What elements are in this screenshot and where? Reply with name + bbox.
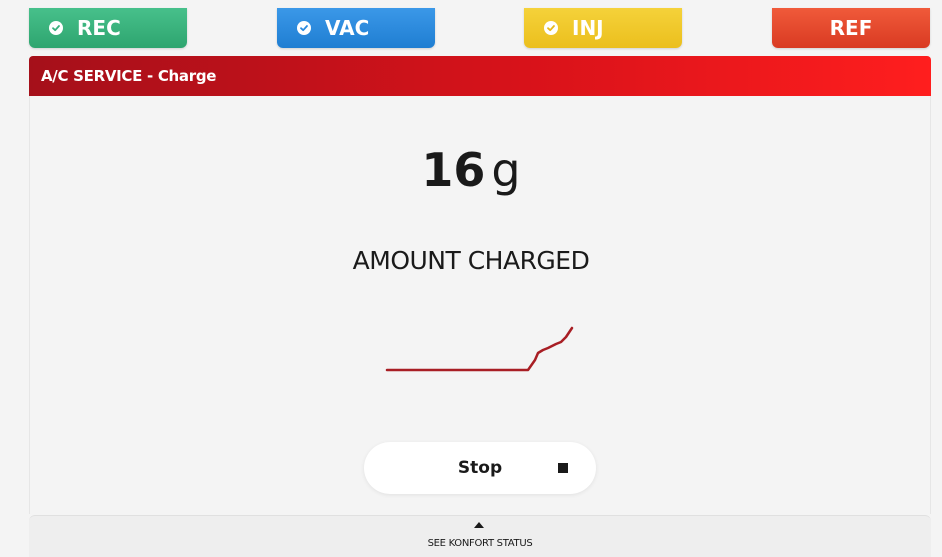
charge-progress-line — [385, 326, 574, 372]
amount-label: AMOUNT CHARGED — [352, 246, 590, 275]
amount-unit: g — [491, 143, 521, 197]
tab-vac-label: VAC — [325, 16, 370, 40]
check-icon — [49, 21, 63, 35]
tab-inj-label: INJ — [572, 16, 604, 40]
stop-button[interactable]: Stop — [364, 442, 596, 494]
tab-vac[interactable]: VAC — [277, 8, 435, 48]
tab-rec[interactable]: REC — [29, 8, 187, 48]
tab-ref-label: REF — [829, 16, 873, 40]
footer-label: SEE KONFORT STATUS — [427, 538, 533, 549]
charge-progress-graph — [385, 326, 574, 372]
amount-value: 16 — [421, 143, 486, 197]
tab-inj[interactable]: INJ — [524, 8, 682, 48]
tab-rec-label: REC — [77, 16, 121, 40]
check-icon — [297, 21, 311, 35]
app-screen: REC VAC INJ REF A/C SERVICE - Charge 16 g… — [0, 0, 942, 557]
stop-square-icon — [558, 463, 568, 473]
chevron-up-icon — [474, 522, 484, 528]
tab-ref[interactable]: REF — [772, 8, 930, 48]
see-konfort-status-button[interactable]: SEE KONFORT STATUS — [29, 515, 931, 557]
check-icon — [544, 21, 558, 35]
page-title-bar: A/C SERVICE - Charge — [29, 56, 931, 96]
amount-readout: 16 g — [0, 140, 942, 200]
page-title: A/C SERVICE - Charge — [41, 67, 217, 85]
